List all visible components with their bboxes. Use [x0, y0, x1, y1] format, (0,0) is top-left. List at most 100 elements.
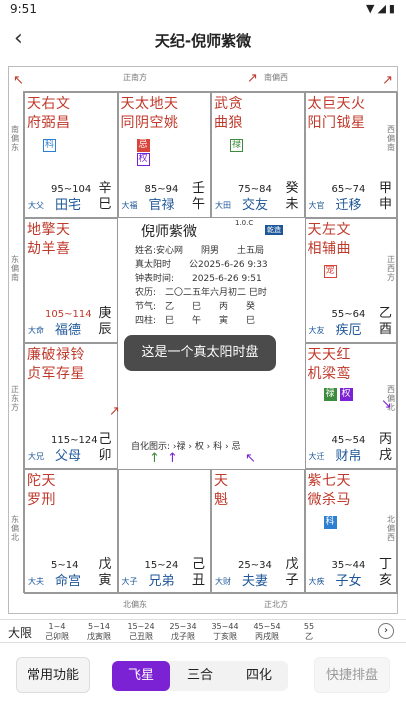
direction-label: 正南方 [123, 73, 147, 82]
direction-label: 北偏东 [123, 600, 147, 609]
version-tag: 1.0.C [235, 219, 254, 227]
direction-label: 南偏东 [11, 125, 19, 152]
daxian-tab[interactable]: 5~14 戊寅限 [80, 622, 118, 642]
star-row: 微杀马 [307, 491, 351, 508]
sihua-tag: 科 [323, 515, 337, 529]
palace-name: 福德 [55, 323, 82, 338]
daxian-range: 15~24 [127, 622, 155, 631]
arrow-icon: ↗ [247, 71, 258, 86]
star-names: 天太地天 同阴空姚 [121, 95, 179, 133]
star-row: 天右文 [27, 96, 71, 112]
star-row: 魁 [214, 491, 229, 508]
star-row: 武贪 [214, 96, 243, 112]
star-names: 太巨天火 阳门钺星 [308, 95, 366, 133]
ganzhi: 戊子 [285, 557, 299, 588]
star-row: 府弼昌 [27, 115, 71, 131]
palace-name: 官禄 [148, 197, 175, 213]
tab-sanhe[interactable]: 三合 [171, 661, 229, 691]
ganzhi: 己丑 [192, 557, 206, 588]
info-row: 节气: 乙 巳 丙 癸 [135, 302, 256, 312]
star-names: 天魁 [214, 472, 229, 510]
star-row: 贞军存星 [27, 366, 85, 382]
status-icons: ▼◢▮ [366, 2, 398, 15]
palace-cell[interactable]: 紫七天 微杀马科 35~44 大疾 子女 丁亥 [304, 468, 398, 594]
decade-label: 大父 [28, 200, 44, 210]
mode-switch: 飞星 三合 四化 [112, 661, 288, 691]
star-row: 廉破禄铃 [27, 347, 85, 363]
decade-label: 大疾 [308, 577, 325, 586]
decade-label: 大财 [215, 577, 231, 586]
daxian-ganzhi: 丙戌限 [255, 632, 279, 641]
star-row: 同阴空姚 [120, 115, 179, 131]
palace-cell[interactable]: 地擎天 劫羊喜 105~114 大命 福德 庚辰 [24, 217, 118, 343]
direction-label: 东偏北 [11, 515, 19, 542]
clock: 9:51 [10, 2, 37, 16]
daxian-bar: 大限 1~4 己卯限 5~14 戊寅限 15~24 己丑限 25~34 戊子限 35~44 丁亥限… [0, 619, 406, 643]
palace-name: 财帛 [335, 448, 362, 464]
palace-cell[interactable]: 天魁 25~34 大财 夫妻 戊子 [211, 468, 305, 594]
arrow-icon: ↑ [149, 451, 160, 466]
arrow-icon: ↑ [167, 451, 178, 466]
direction-label: 正北方 [264, 600, 288, 609]
page-title: 天纪-倪师紫微 [154, 32, 252, 50]
quick-chart-button[interactable]: 快捷排盘 [314, 657, 390, 693]
star-row: 机梁鸾 [307, 366, 351, 382]
daxian-range: 45~54 [253, 622, 281, 631]
decade-label: 大田 [215, 200, 231, 210]
palace-name: 命宫 [55, 574, 82, 589]
decade-label: 大兄 [28, 451, 44, 461]
tab-feixing[interactable]: 飞星 [112, 661, 170, 691]
daxian-tab[interactable]: 45~54 丙戌限 [248, 622, 286, 642]
palace-cell[interactable]: 天太地天 同阴空姚忌权 85~94 大福 官禄 壬午 [117, 92, 211, 218]
daxian-ganzhi: 戊寅限 [87, 632, 111, 641]
chevron-right-icon[interactable]: › [378, 623, 394, 639]
star-row: 天左文 [307, 221, 351, 238]
arrow-icon: ↖ [245, 451, 256, 466]
star-names: 紫七天 微杀马 [308, 472, 352, 510]
daxian-tab[interactable]: 1~4 己卯限 [38, 622, 76, 642]
daxian-tab[interactable]: 15~24 己丑限 [122, 622, 160, 642]
ganzhi: 丙戌 [379, 431, 393, 463]
common-functions-button[interactable]: 常用功能 [16, 657, 90, 693]
star-row: 地擎天 [27, 221, 71, 238]
palace-name: 夫妻 [242, 574, 269, 589]
daxian-range: 5~14 [88, 622, 110, 631]
toast: 这是一个真太阳时盘 [124, 335, 276, 371]
info-row: 农历: 二〇二五年六月初二 巳时 [135, 288, 267, 298]
sihua-tag: 权 [339, 388, 353, 401]
daxian-ganzhi: 丁亥限 [213, 632, 237, 641]
status-bar: 9:51 ▼◢▮ [0, 0, 406, 20]
palace-cell[interactable]: 天右文 府弼昌科 95~104 大父 田宅 辛巳 [24, 92, 118, 218]
sihua-tag: 科 [43, 139, 57, 152]
daxian-ganzhi: 己卯限 [45, 632, 69, 641]
palace-cell[interactable]: 15~24 大子 兄弟 己丑 [117, 468, 211, 594]
palace-cell[interactable]: 天左文 相辅曲宠 55~64 大友 疾厄 乙酉 [304, 217, 398, 343]
daxian-tab[interactable]: 55 乙 [290, 622, 328, 642]
palace-name: 疾厄 [335, 323, 362, 338]
tab-sihua[interactable]: 四化 [230, 661, 288, 691]
ganzhi: 甲申 [379, 180, 393, 212]
star-names: 天右文 府弼昌 [27, 95, 71, 133]
star-row: 曲狼 [214, 115, 243, 131]
palace-cell[interactable]: 太巨天火 阳门钺星 65~74 大官 迁移 甲申 [304, 92, 398, 218]
decade-label: 大友 [308, 326, 325, 335]
direction-label: 东偏南 [11, 255, 19, 282]
star-row: 陀天 [27, 472, 56, 489]
palace-cell[interactable]: 廉破禄铃 贞军存星 115~124 大兄 父母 己卯 [24, 343, 118, 469]
chart-name: 倪师紫微 [141, 224, 197, 240]
daxian-tab[interactable]: 35~44 丁亥限 [206, 622, 244, 642]
palace-name: 子女 [335, 574, 362, 589]
palace-name: 父母 [55, 448, 82, 464]
daxian-ganzhi: 戊子限 [171, 632, 195, 641]
daxian-range: 1~4 [48, 622, 66, 631]
daxian-ganzhi: 己丑限 [129, 632, 153, 641]
decade-label: 大官 [308, 200, 325, 210]
palace-name: 兄弟 [148, 574, 175, 589]
star-row: 紫七天 [307, 472, 351, 489]
palace-cell[interactable]: 武贪 曲狼禄 75~84 大田 交友 癸未 [211, 92, 305, 218]
decade-label: 大福 [121, 200, 138, 210]
palace-cell[interactable]: 陀天 罗刑 5~14 大夫 命宫 戊寅 [24, 468, 118, 594]
bottom-bar: 常用功能 飞星 三合 四化 快捷排盘 [0, 651, 406, 699]
star-names: 地擎天 劫羊喜 [27, 221, 71, 259]
daxian-tab[interactable]: 25~34 戊子限 [164, 622, 202, 642]
